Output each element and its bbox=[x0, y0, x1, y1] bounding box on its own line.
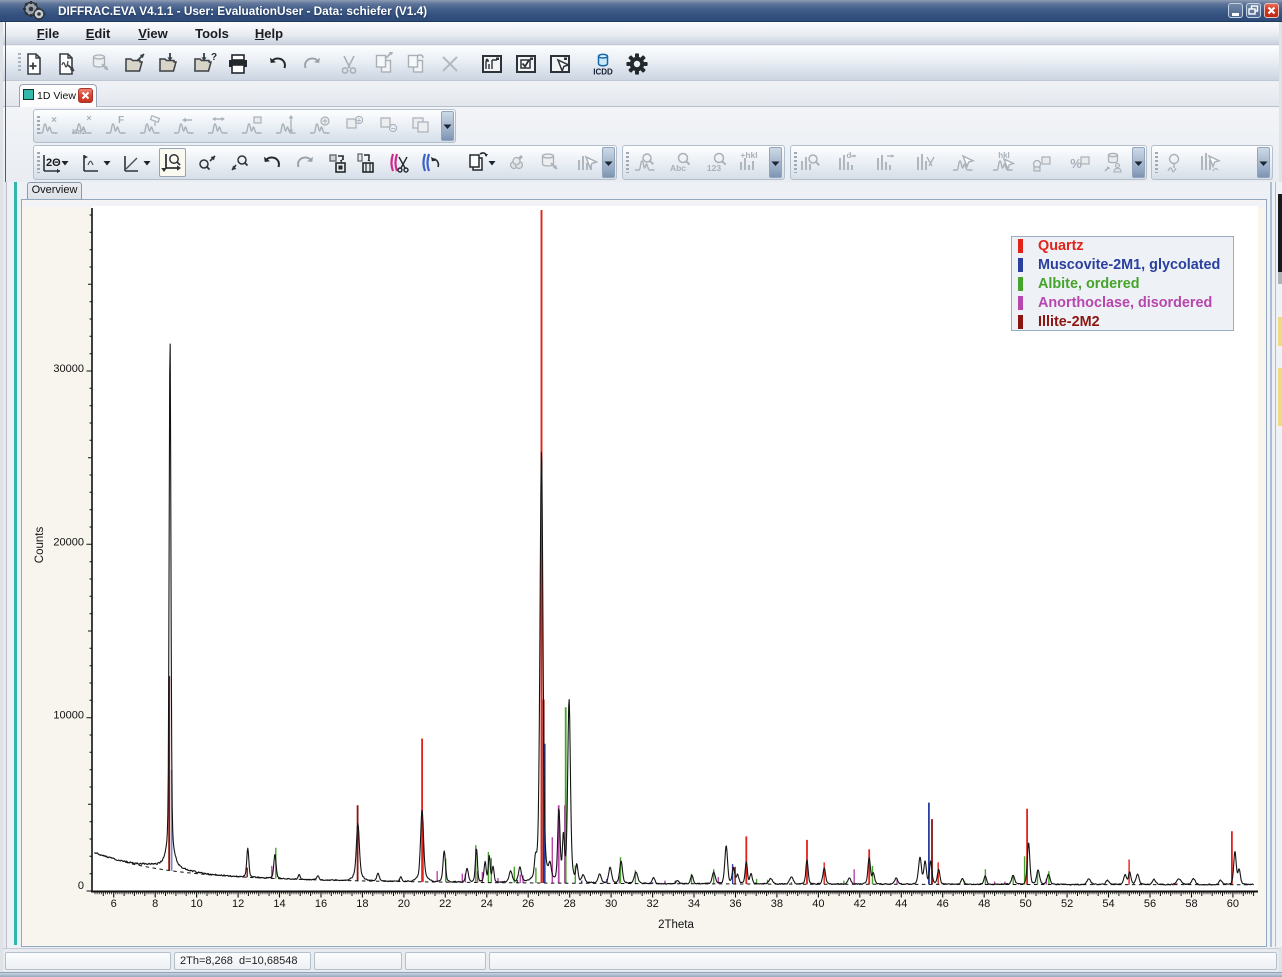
svg-text:20000: 20000 bbox=[53, 536, 84, 548]
svg-text:42: 42 bbox=[854, 898, 866, 910]
svg-text:10000: 10000 bbox=[53, 710, 84, 722]
svg-text:16: 16 bbox=[315, 898, 327, 910]
svg-text:32: 32 bbox=[646, 898, 658, 910]
svg-text:58: 58 bbox=[1185, 898, 1197, 910]
svg-text:46: 46 bbox=[937, 898, 949, 910]
svg-text:30: 30 bbox=[605, 898, 617, 910]
svg-text:20: 20 bbox=[398, 898, 410, 910]
svg-text:38: 38 bbox=[771, 898, 783, 910]
svg-text:30000: 30000 bbox=[53, 363, 84, 375]
svg-text:54: 54 bbox=[1102, 898, 1114, 910]
svg-text:0: 0 bbox=[78, 880, 84, 892]
svg-text:12: 12 bbox=[232, 898, 244, 910]
svg-text:6: 6 bbox=[111, 898, 117, 910]
svg-text:26: 26 bbox=[522, 898, 534, 910]
svg-text:52: 52 bbox=[1061, 898, 1073, 910]
svg-text:50: 50 bbox=[1019, 898, 1031, 910]
svg-text:44: 44 bbox=[895, 898, 907, 910]
svg-text:24: 24 bbox=[481, 898, 493, 910]
svg-text:36: 36 bbox=[729, 898, 741, 910]
svg-text:8: 8 bbox=[152, 898, 158, 910]
svg-text:56: 56 bbox=[1144, 898, 1156, 910]
svg-text:Counts: Counts bbox=[34, 527, 46, 564]
svg-text:2Theta: 2Theta bbox=[658, 919, 694, 931]
svg-text:28: 28 bbox=[564, 898, 576, 910]
svg-text:34: 34 bbox=[688, 898, 700, 910]
svg-text:60: 60 bbox=[1227, 898, 1239, 910]
svg-text:14: 14 bbox=[273, 898, 285, 910]
svg-text:10: 10 bbox=[190, 898, 202, 910]
svg-text:40: 40 bbox=[812, 898, 824, 910]
svg-text:18: 18 bbox=[356, 898, 368, 910]
svg-text:48: 48 bbox=[978, 898, 990, 910]
svg-text:22: 22 bbox=[439, 898, 451, 910]
